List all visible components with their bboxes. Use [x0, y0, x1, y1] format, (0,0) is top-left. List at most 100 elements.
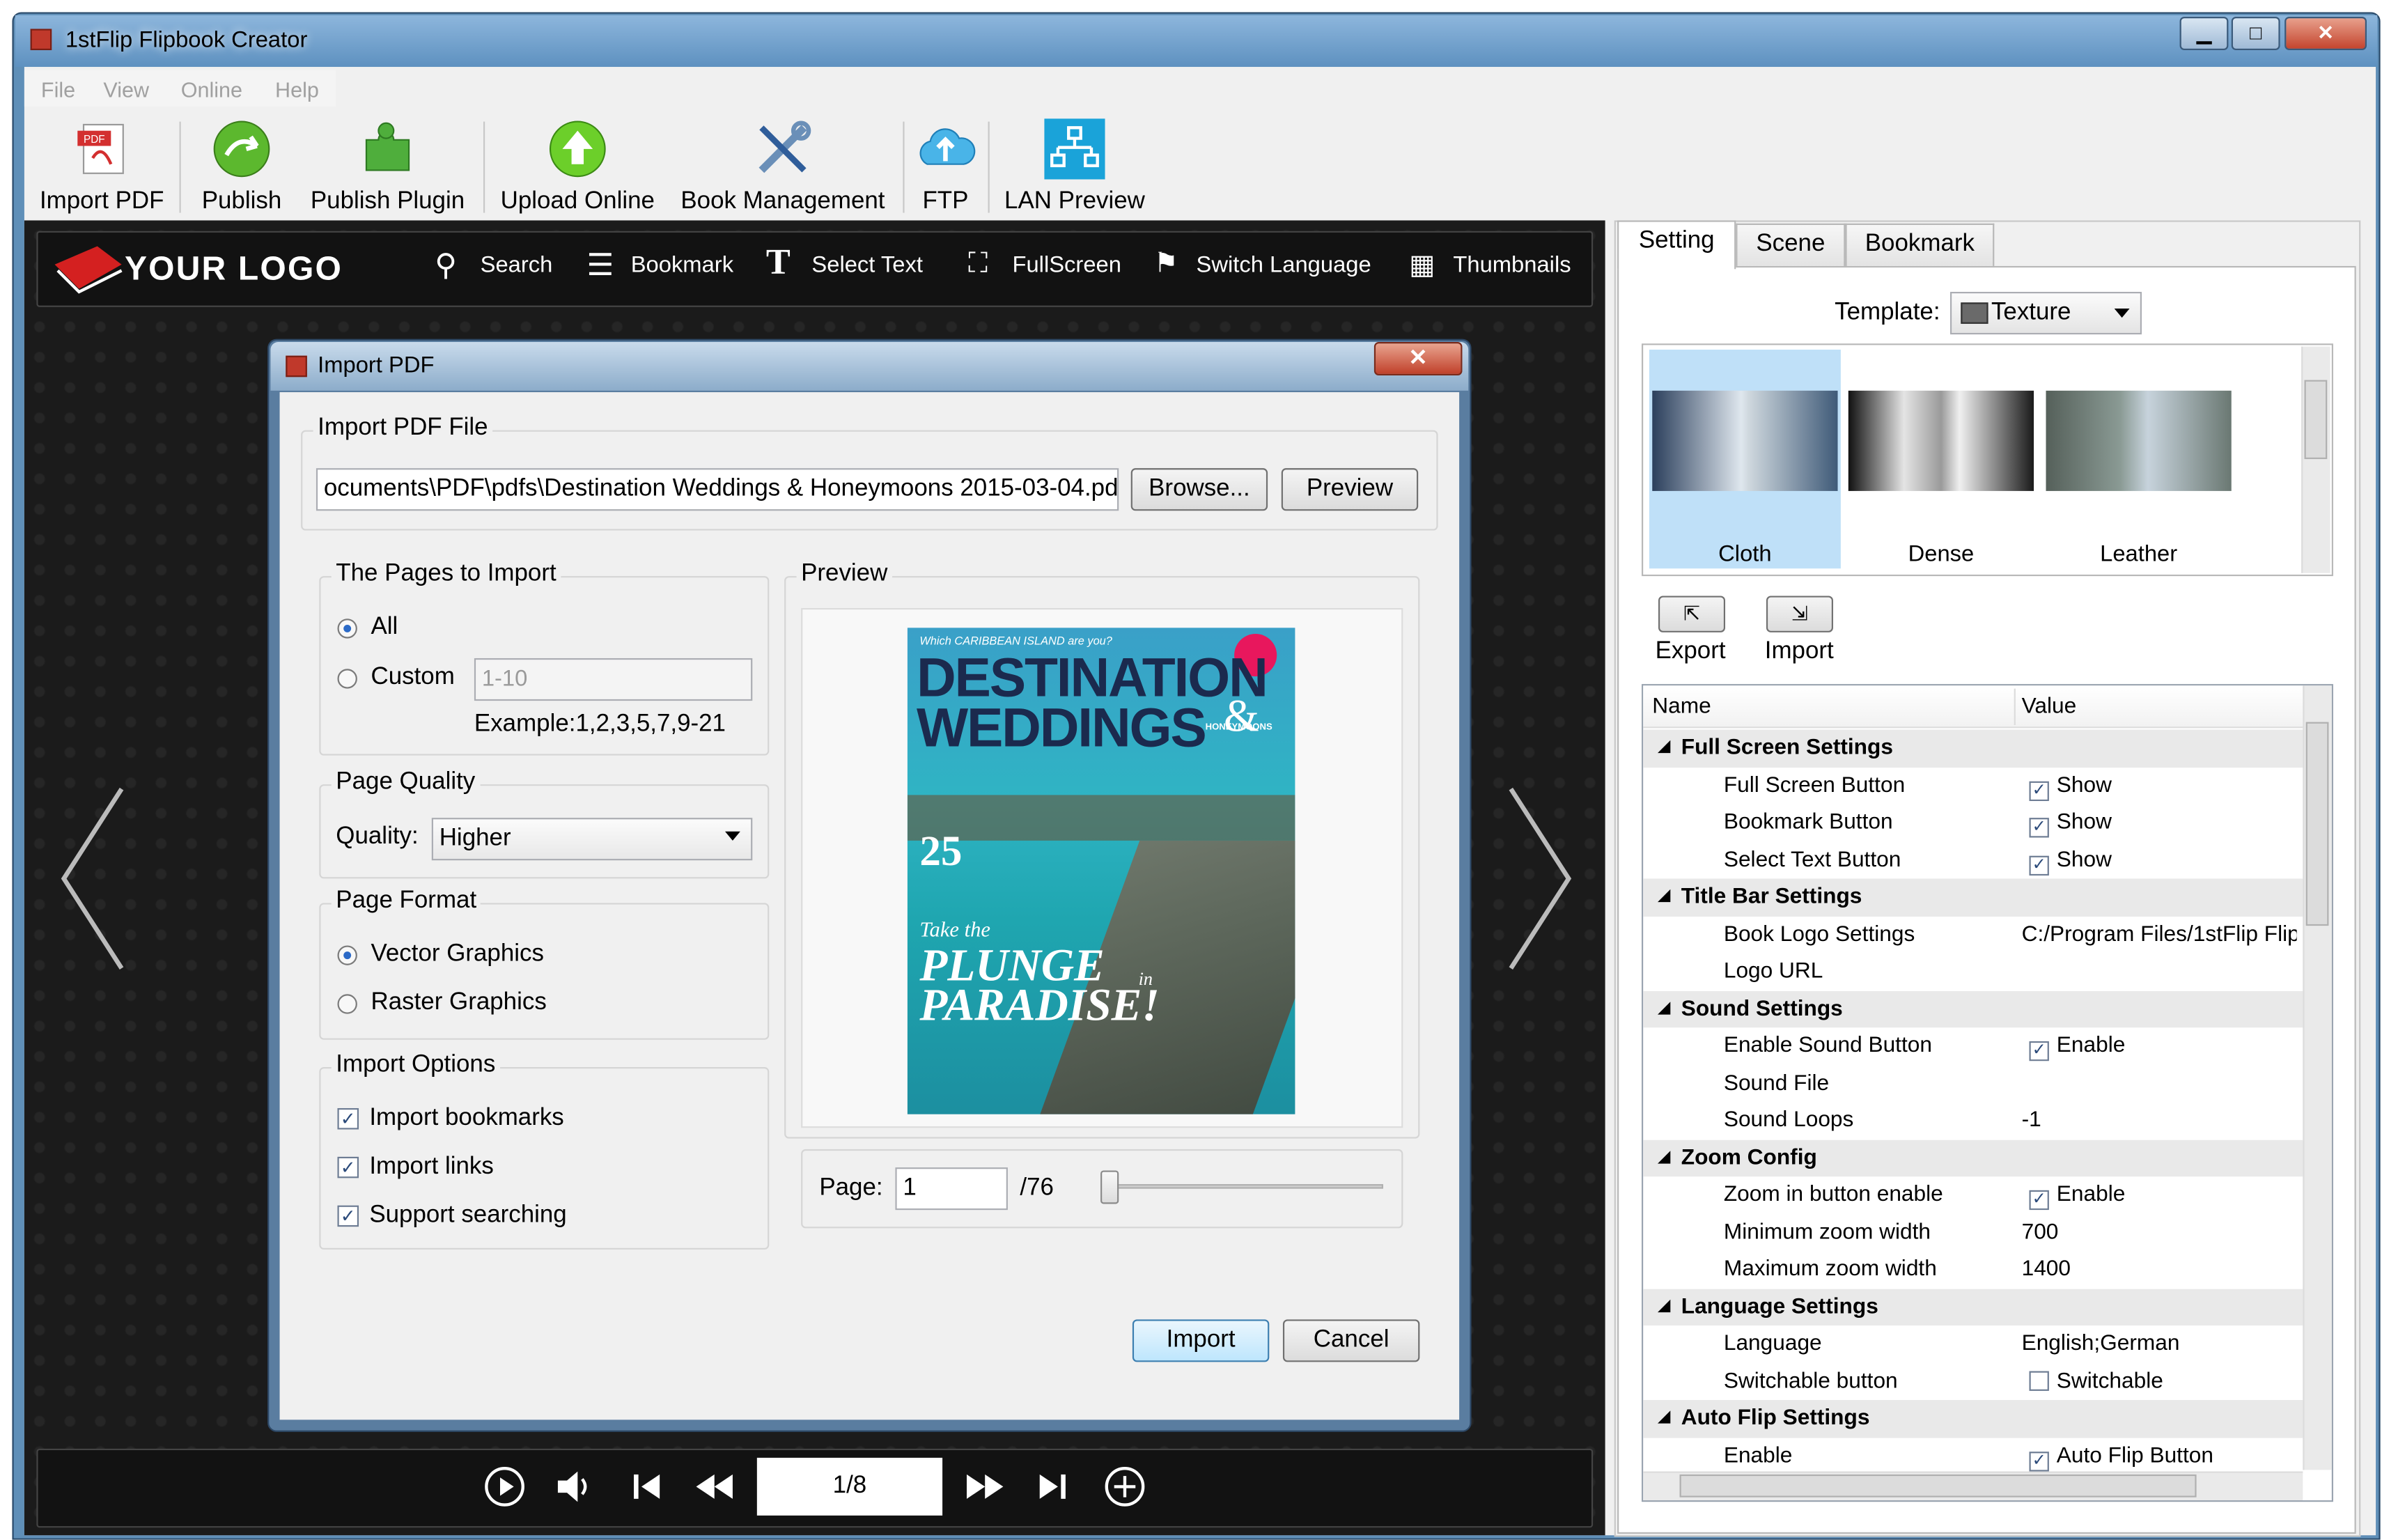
- previous-page-icon[interactable]: [693, 1468, 735, 1512]
- next-page-arrow-icon[interactable]: [1505, 783, 1575, 982]
- property-category[interactable]: ◢ Zoom Config: [1643, 1139, 2303, 1177]
- page-indicator[interactable]: 1/8: [756, 1457, 943, 1516]
- property-checkbox[interactable]: ✓: [2029, 1451, 2049, 1471]
- property-category[interactable]: ◢ Full Screen Settings: [1643, 729, 2303, 768]
- book-bookmark-button[interactable]: Bookmark: [631, 252, 733, 278]
- column-value-header[interactable]: Value: [2022, 694, 2077, 719]
- property-value[interactable]: Switchable: [2027, 1369, 2303, 1393]
- property-value[interactable]: ✓ Show: [2027, 810, 2303, 838]
- title-bar[interactable]: [15, 15, 2378, 68]
- ftp-button[interactable]: FTP: [912, 112, 979, 215]
- collapse-triangle-icon[interactable]: ◢: [1658, 1000, 1670, 1016]
- book-thumbnails-button[interactable]: Thumbnails: [1453, 252, 1571, 278]
- import-button[interactable]: Import: [1132, 1319, 1270, 1362]
- menu-help[interactable]: Help: [275, 77, 319, 102]
- property-row[interactable]: Sound File: [1643, 1065, 2303, 1102]
- zoom-in-icon[interactable]: [1103, 1465, 1146, 1516]
- play-icon[interactable]: [483, 1465, 526, 1516]
- thumb-dense-image[interactable]: [1848, 390, 2034, 491]
- property-checkbox[interactable]: ✓: [2029, 818, 2049, 838]
- minimize-button[interactable]: ▁: [2179, 17, 2229, 51]
- import-label[interactable]: Import: [1765, 639, 1834, 666]
- sound-icon[interactable]: [553, 1465, 596, 1516]
- property-value[interactable]: ✓ Enable: [2027, 1183, 2303, 1211]
- property-row[interactable]: Zoom in button enable ✓ Enable: [1643, 1176, 2303, 1213]
- import-icon[interactable]: ⇲: [1766, 596, 1833, 632]
- property-row[interactable]: Full Screen Button ✓ Show: [1643, 767, 2303, 804]
- property-row[interactable]: Sound Loops -1: [1643, 1102, 2303, 1139]
- property-row[interactable]: Language English;German: [1643, 1325, 2303, 1362]
- menu-view[interactable]: View: [103, 77, 149, 102]
- property-checkbox[interactable]: ✓: [2029, 1190, 2049, 1211]
- property-value[interactable]: ✓ Show: [2027, 848, 2303, 875]
- tab-scene[interactable]: Scene: [1736, 223, 1846, 266]
- last-page-icon[interactable]: [1036, 1468, 1070, 1512]
- vector-graphics-radio[interactable]: [337, 945, 357, 965]
- property-value[interactable]: -1: [2022, 1108, 2297, 1133]
- publish-plugin-button[interactable]: Publish Plugin: [304, 112, 471, 215]
- pages-all-radio[interactable]: [337, 619, 357, 639]
- thumbs-scrollbar-thumb[interactable]: [2304, 380, 2328, 460]
- page-number-input[interactable]: 1: [895, 1167, 1008, 1211]
- collapse-triangle-icon[interactable]: ◢: [1658, 888, 1670, 905]
- property-vscroll-thumb[interactable]: [2305, 722, 2329, 926]
- custom-pages-input[interactable]: 1-10: [474, 658, 753, 701]
- cancel-button[interactable]: Cancel: [1282, 1319, 1420, 1362]
- book-fullscreen-button[interactable]: FullScreen: [1012, 252, 1121, 278]
- prev-page-arrow-icon[interactable]: [58, 783, 127, 982]
- collapse-triangle-icon[interactable]: ◢: [1658, 739, 1670, 756]
- property-checkbox[interactable]: ✓: [2029, 1041, 2049, 1061]
- page-slider-thumb[interactable]: [1100, 1170, 1119, 1204]
- export-label[interactable]: Export: [1656, 639, 1726, 666]
- book-switch-language-button[interactable]: Switch Language: [1197, 252, 1371, 278]
- tab-bookmark[interactable]: Bookmark: [1845, 223, 1995, 266]
- book-search-button[interactable]: Search: [481, 252, 553, 278]
- property-checkbox[interactable]: ✓: [2029, 780, 2049, 801]
- browse-button[interactable]: Browse...: [1130, 468, 1268, 511]
- first-page-icon[interactable]: [630, 1468, 663, 1512]
- maximize-button[interactable]: □: [2231, 17, 2280, 51]
- property-row[interactable]: Minimum zoom width 700: [1643, 1214, 2303, 1251]
- collapse-triangle-icon[interactable]: ◢: [1658, 1149, 1670, 1165]
- pages-custom-radio[interactable]: [337, 669, 357, 689]
- collapse-triangle-icon[interactable]: ◢: [1658, 1409, 1670, 1426]
- lan-preview-button[interactable]: LAN Preview: [997, 112, 1153, 215]
- publish-button[interactable]: Publish: [189, 112, 295, 215]
- menu-file[interactable]: File: [41, 77, 75, 102]
- close-button[interactable]: ✕: [2284, 17, 2367, 51]
- pdf-path-input[interactable]: ocuments\PDF\pdfs\Destination Weddings &…: [316, 468, 1119, 511]
- property-value[interactable]: ✓ Enable: [2027, 1034, 2303, 1061]
- export-icon[interactable]: ⇱: [1658, 596, 1726, 632]
- property-value[interactable]: ✓ Show: [2027, 773, 2303, 801]
- property-row[interactable]: Maximum zoom width 1400: [1643, 1251, 2303, 1288]
- property-category[interactable]: ◢ Title Bar Settings: [1643, 878, 2303, 916]
- property-row[interactable]: Bookmark Button ✓ Show: [1643, 804, 2303, 841]
- property-category[interactable]: ◢ Language Settings: [1643, 1288, 2303, 1326]
- dialog-title-bar[interactable]: [270, 342, 1469, 391]
- tab-setting[interactable]: Setting: [1617, 220, 1736, 270]
- property-checkbox[interactable]: ✓: [2029, 855, 2049, 875]
- import-pdf-button[interactable]: PDF Import PDF: [33, 112, 170, 215]
- property-row[interactable]: Switchable button Switchable: [1643, 1363, 2303, 1400]
- property-value[interactable]: ✓ Auto Flip Button: [2027, 1443, 2303, 1471]
- property-row[interactable]: Enable Sound Button ✓ Enable: [1643, 1027, 2303, 1064]
- property-value[interactable]: 1400: [2022, 1257, 2297, 1282]
- property-value[interactable]: English;German: [2022, 1332, 2297, 1356]
- menu-online[interactable]: Online: [181, 77, 242, 102]
- import-links-checkbox[interactable]: ✓: [337, 1156, 359, 1179]
- column-name-header[interactable]: Name: [1652, 694, 1711, 719]
- property-checkbox[interactable]: [2029, 1370, 2049, 1390]
- book-management-button[interactable]: Book Management: [675, 112, 891, 215]
- import-bookmarks-checkbox[interactable]: ✓: [337, 1107, 359, 1130]
- property-hscroll-thumb[interactable]: [1679, 1474, 2197, 1498]
- property-row[interactable]: Select Text Button ✓ Show: [1643, 841, 2303, 878]
- property-category[interactable]: ◢ Auto Flip Settings: [1643, 1399, 2303, 1438]
- property-value[interactable]: C:/Program Files/1stFlip Flip: [2022, 922, 2297, 947]
- dialog-close-button[interactable]: ✕: [1373, 342, 1463, 376]
- support-searching-checkbox[interactable]: ✓: [337, 1205, 359, 1227]
- property-row[interactable]: Logo URL: [1643, 953, 2303, 990]
- preview-button[interactable]: Preview: [1281, 468, 1419, 511]
- raster-graphics-radio[interactable]: [337, 994, 357, 1014]
- page-slider-track[interactable]: [1106, 1184, 1383, 1189]
- collapse-triangle-icon[interactable]: ◢: [1658, 1298, 1670, 1314]
